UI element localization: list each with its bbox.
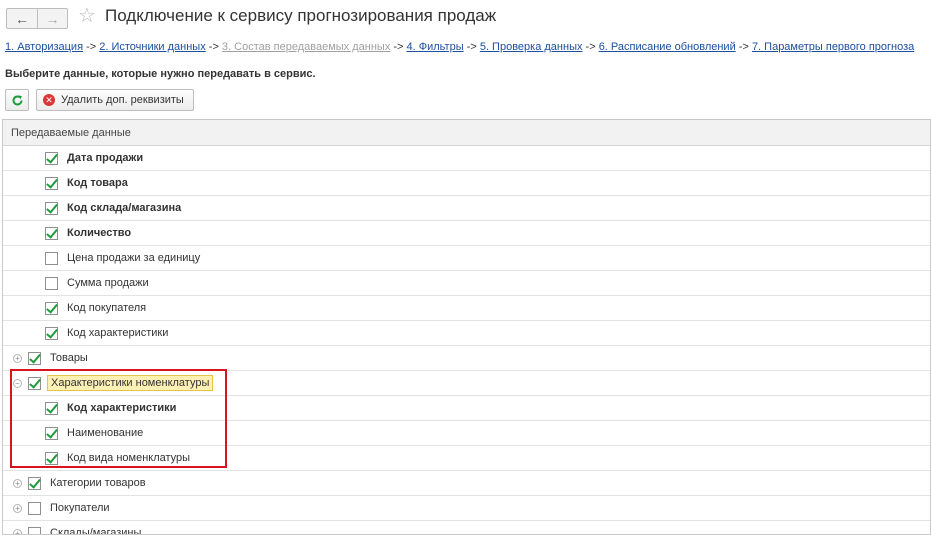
row-checkbox[interactable] — [45, 201, 58, 215]
breadcrumb-separator: -> — [205, 41, 222, 53]
table-row[interactable]: Код товара — [3, 171, 930, 196]
arrow-right-icon: → — [45, 10, 60, 27]
table-row[interactable]: Код склада/магазина — [3, 196, 930, 221]
expand-icon[interactable]: + — [13, 353, 22, 363]
row-checkbox[interactable] — [45, 451, 58, 465]
row-label: Код товара — [67, 177, 128, 189]
row-checkbox[interactable] — [28, 351, 41, 365]
row-checkbox[interactable] — [28, 376, 41, 390]
row-checkbox[interactable] — [45, 176, 58, 190]
refresh-icon — [12, 94, 22, 105]
table-row[interactable]: Количество — [3, 221, 930, 246]
row-label: Характеристики номенклатуры — [47, 375, 214, 391]
row-label: Сумма продажи — [67, 277, 149, 289]
breadcrumb-step-2[interactable]: 2. Источники данных — [99, 41, 205, 53]
row-checkbox[interactable] — [45, 276, 58, 290]
breadcrumb-step-5[interactable]: 5. Проверка данных — [480, 41, 583, 53]
row-label: Код характеристики — [67, 402, 177, 414]
table-row[interactable]: − Характеристики номенклатуры — [3, 371, 930, 396]
row-checkbox[interactable] — [45, 251, 58, 265]
table-row[interactable]: + Товары — [3, 346, 930, 371]
table-row[interactable]: Дата продажи — [3, 146, 930, 171]
row-checkbox[interactable] — [28, 501, 41, 515]
row-label: Количество — [67, 227, 132, 239]
refresh-button[interactable] — [5, 89, 29, 111]
expand-icon[interactable]: + — [13, 478, 22, 488]
row-label: Товары — [50, 352, 88, 364]
table-row[interactable]: + Склады/магазины — [3, 521, 930, 535]
breadcrumb-separator: -> — [83, 41, 100, 53]
row-checkbox[interactable] — [45, 151, 58, 165]
page-title: Подключение к сервису прогнозирования пр… — [105, 6, 497, 25]
breadcrumb-separator: -> — [390, 41, 407, 53]
row-label: Цена продажи за единицу — [67, 252, 201, 264]
row-checkbox[interactable] — [28, 476, 41, 490]
star-icon[interactable]: ☆ — [78, 6, 96, 26]
instruction-text: Выберите данные, которые нужно передават… — [5, 68, 316, 80]
nav-buttons: ← → — [6, 8, 68, 29]
row-checkbox[interactable] — [45, 326, 58, 340]
breadcrumb-separator: -> — [735, 41, 752, 53]
row-checkbox[interactable] — [45, 226, 58, 240]
row-label: Код склада/магазина — [67, 202, 182, 214]
table-row[interactable]: Сумма продажи — [3, 271, 930, 296]
arrow-left-icon: ← — [15, 10, 29, 27]
row-label: Покупатели — [50, 502, 110, 514]
breadcrumb-step-4[interactable]: 4. Фильтры — [407, 41, 464, 53]
title-bar: ← → ☆ Подключение к сервису прогнозирова… — [0, 0, 931, 36]
back-button[interactable]: ← — [7, 9, 37, 28]
row-label: Дата продажи — [67, 152, 144, 164]
breadcrumb: 1. Авторизация -> 2. Источники данных ->… — [5, 41, 931, 53]
row-label: Код характеристики — [67, 327, 169, 339]
row-checkbox[interactable] — [45, 401, 58, 415]
row-label: Наименование — [67, 427, 144, 439]
expand-icon[interactable]: + — [13, 528, 22, 534]
row-label: Категории товаров — [50, 477, 146, 489]
row-label: Код вида номенклатуры — [67, 452, 191, 464]
breadcrumb-step-6[interactable]: 6. Расписание обновлений — [599, 41, 736, 53]
table-row[interactable]: Наименование — [3, 421, 930, 446]
row-checkbox[interactable] — [45, 426, 58, 440]
table-row[interactable]: Цена продажи за единицу — [3, 246, 930, 271]
expand-icon[interactable]: + — [13, 503, 22, 513]
row-label: Код покупателя — [67, 302, 147, 314]
breadcrumb-separator: -> — [463, 41, 480, 53]
table-body: Дата продажи Код товара Код склада/магазин… — [3, 146, 930, 535]
table-row[interactable]: Код покупателя — [3, 296, 930, 321]
breadcrumb-step-1[interactable]: 1. Авторизация — [5, 41, 83, 53]
breadcrumb-separator: -> — [582, 41, 599, 53]
breadcrumb-step-7[interactable]: 7. Параметры первого прогноза — [752, 41, 914, 53]
collapse-icon[interactable]: − — [13, 378, 22, 388]
table-row[interactable]: + Покупатели — [3, 496, 930, 521]
table-row[interactable]: Код характеристики — [3, 396, 930, 421]
row-checkbox[interactable] — [28, 526, 41, 534]
row-checkbox[interactable] — [45, 301, 58, 315]
breadcrumb-step-3[interactable]: 3. Состав передаваемых данных — [222, 41, 390, 53]
transmitted-data-table: Передаваемые данные Дата продажи Код това… — [2, 119, 931, 535]
table-row[interactable]: + Категории товаров — [3, 471, 930, 496]
table-row[interactable]: Код вида номенклатуры — [3, 446, 930, 471]
table-row[interactable]: Код характеристики — [3, 321, 930, 346]
close-circle-icon: ✕ — [43, 94, 55, 106]
forward-button[interactable]: → — [37, 9, 67, 28]
delete-extra-attributes-button[interactable]: ✕ Удалить доп. реквизиты — [36, 89, 194, 111]
table-header: Передаваемые данные — [3, 120, 930, 146]
delete-extra-attributes-label: Удалить доп. реквизиты — [61, 94, 184, 106]
row-label: Склады/магазины — [50, 527, 142, 535]
